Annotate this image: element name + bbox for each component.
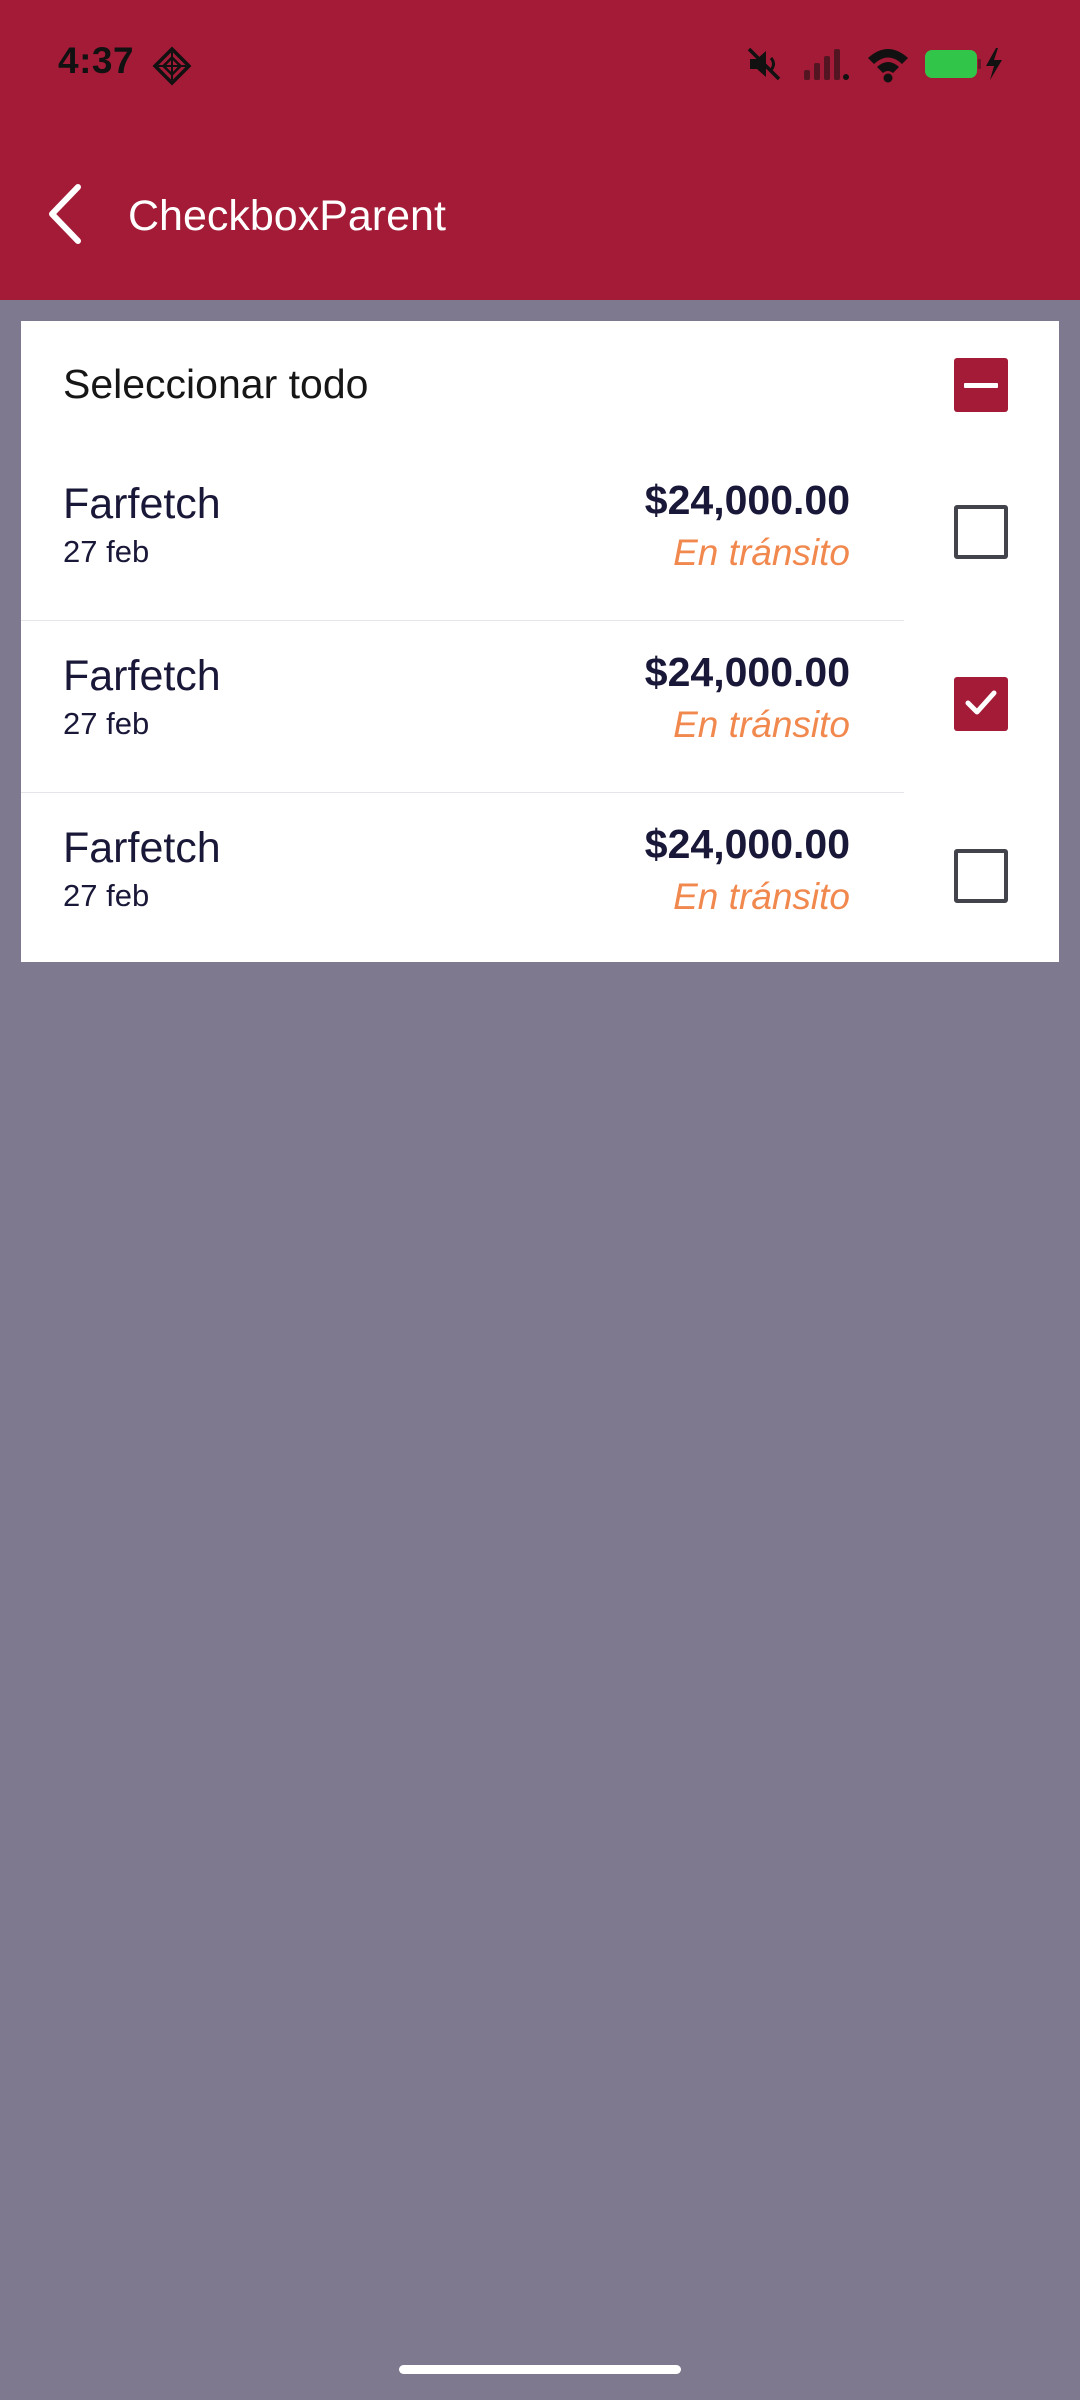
page-title: CheckboxParent	[128, 192, 446, 240]
transaction-date: 27 feb	[63, 706, 150, 741]
list-item[interactable]: Farfetch 27 feb $24,000.00 En tránsito	[21, 621, 1059, 793]
checkmark-icon	[961, 682, 1001, 727]
transaction-amount: $24,000.00	[644, 821, 850, 867]
select-all-row[interactable]: Seleccionar todo	[21, 321, 1059, 449]
transaction-status: En tránsito	[673, 532, 850, 573]
merchant-name: Farfetch	[63, 652, 221, 700]
transaction-status: En tránsito	[673, 876, 850, 917]
transaction-date: 27 feb	[63, 878, 150, 913]
top-app-bar: 4:37 CheckboxParent	[0, 0, 1080, 300]
silent-mode-icon	[744, 44, 784, 89]
transaction-date: 27 feb	[63, 534, 150, 569]
home-indicator[interactable]	[399, 2365, 681, 2374]
back-button[interactable]	[40, 180, 92, 252]
transaction-status: En tránsito	[673, 704, 850, 745]
item-checkbox[interactable]	[954, 677, 1008, 731]
wifi-icon	[864, 44, 912, 89]
signal-icon	[802, 44, 850, 89]
list-item[interactable]: Farfetch 27 feb $24,000.00 En tránsito	[21, 449, 1059, 621]
transaction-amount: $24,000.00	[644, 477, 850, 523]
indeterminate-dash-icon	[964, 382, 998, 388]
transaction-amount: $24,000.00	[644, 649, 850, 695]
battery-charging-icon	[924, 44, 1008, 89]
select-all-label: Seleccionar todo	[63, 361, 369, 407]
merchant-name: Farfetch	[63, 480, 221, 528]
selection-card: Seleccionar todo Farfetch 27 feb $24,000…	[21, 321, 1059, 962]
status-time: 4:37	[58, 40, 135, 81]
app-grid-icon	[152, 46, 192, 86]
merchant-name: Farfetch	[63, 824, 221, 872]
item-checkbox[interactable]	[954, 505, 1008, 559]
chevron-left-icon	[46, 183, 86, 250]
item-checkbox[interactable]	[954, 849, 1008, 903]
select-all-checkbox[interactable]	[954, 358, 1008, 412]
list-item[interactable]: Farfetch 27 feb $24,000.00 En tránsito	[21, 793, 1059, 965]
